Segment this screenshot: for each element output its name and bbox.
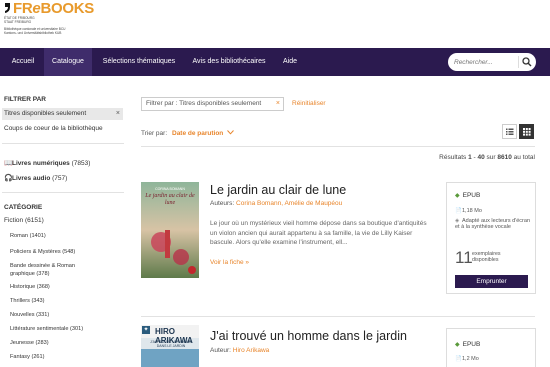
search-box <box>448 53 536 71</box>
headphones-icon: 🎧 <box>4 175 13 182</box>
category-item[interactable]: Fantasy (261) <box>10 354 45 360</box>
file-icon: 📄 <box>455 356 462 362</box>
main-divider <box>141 146 535 147</box>
category-item[interactable]: Littérature sentimentale (301) <box>10 326 83 332</box>
category-item[interactable]: Policiers & Mystères (548) <box>10 249 75 255</box>
category-item[interactable]: Thrillers (343) <box>10 298 45 304</box>
favorites-link[interactable]: Coups de coeur de la bibliothèque <box>4 125 103 132</box>
cover-title: J'AI TROUVÉ UN HOMME DANS LE JARDIN <box>150 340 192 348</box>
results-count: Résultats 1 - 40 sur 8610 au total <box>439 154 535 161</box>
sidebar-divider <box>2 143 124 144</box>
author-link[interactable]: Corina Bomann, Amélie de Maupéou <box>236 200 342 207</box>
availability-box: ◆ EPUB 📄1,2 Mo <box>446 328 536 367</box>
copies-count: 11 <box>455 248 473 267</box>
book-title[interactable]: J'ai trouvé un homme dans le jardin <box>210 329 407 343</box>
search-divider <box>518 56 519 68</box>
filter-chip-close-icon[interactable]: × <box>276 98 280 110</box>
category-item[interactable]: Historique (368) <box>10 284 50 290</box>
borrow-button[interactable]: Emprunter <box>455 275 528 288</box>
chevron-down-icon <box>227 130 234 135</box>
grid-view-icon <box>523 128 531 136</box>
sort-label: Trier par: <box>141 130 168 137</box>
site-header: FReBOOKS ÉTAT DE FRIBOURG STAAT FREIBURG… <box>0 0 550 48</box>
logo-quote-icon <box>5 3 10 13</box>
nav-accueil[interactable]: Accueil <box>4 48 42 76</box>
nav-aide[interactable]: Aide <box>276 48 304 76</box>
file-size: 📄1,2 Mo <box>455 356 479 362</box>
book-icon: 📖 <box>4 160 13 167</box>
cover-badge-icon: ✦ <box>142 326 150 334</box>
main-divider <box>141 316 535 317</box>
book-authors: Auteur: Hiro Arikawa <box>210 347 270 354</box>
format-label: ◆ EPUB <box>455 192 481 199</box>
book-authors: Auteurs: Corina Bomann, Amélie de Maupéo… <box>210 200 343 207</box>
nav-selections[interactable]: Sélections thématiques <box>96 48 182 76</box>
nav-catalogue[interactable]: Catalogue <box>44 48 92 76</box>
list-view-icon <box>506 128 514 135</box>
reset-link[interactable]: Réinitialiser <box>292 100 326 107</box>
diamond-icon: ◆ <box>455 193 460 199</box>
category-item[interactable]: Bande dessinée & Roman <box>10 263 75 269</box>
category-root[interactable]: Fiction (6151) <box>4 217 44 224</box>
file-icon: 📄 <box>455 208 462 214</box>
list-view-button[interactable] <box>502 124 517 139</box>
copies-label: exemplaires disponibles <box>472 251 501 264</box>
author-link[interactable]: Hiro Arikawa <box>233 347 269 354</box>
book-cover[interactable]: ✦ HIRO ARIKAWA J'AI TROUVÉ UN HOMME DANS… <box>141 325 199 367</box>
book-cover[interactable]: CORINA BOMANN Le jardin au clair de lune <box>141 182 199 278</box>
remove-filter-icon[interactable]: × <box>116 108 120 120</box>
book-more-link[interactable]: Voir la fiche » <box>210 259 249 266</box>
filter-chip-label: Filtrer par : Titres disponibles seuleme… <box>146 100 262 107</box>
category-item[interactable]: Jeunesse (283) <box>10 340 49 346</box>
sidebar-divider <box>2 192 124 193</box>
search-input[interactable] <box>454 53 514 71</box>
logo-subtitle-4: Kantons- und Universitätsbibliothek KUB <box>4 31 62 35</box>
format-ebooks[interactable]: 📖Livres numériques (7853) <box>4 159 90 167</box>
search-icon[interactable] <box>522 57 532 67</box>
nav-avis[interactable]: Avis des bibliothécaires <box>186 48 272 76</box>
logo[interactable]: FReBOOKS <box>13 0 94 17</box>
filter-chip[interactable]: Filtrer par : Titres disponibles seuleme… <box>141 97 284 111</box>
format-label: ◆ EPUB <box>455 341 481 348</box>
sort-dropdown[interactable]: Date de parution <box>172 130 234 137</box>
active-filter-label: Titres disponibles seulement <box>4 110 87 117</box>
category-item[interactable]: Nouvelles (331) <box>10 312 49 318</box>
cover-author: CORINA BOMANN <box>155 187 185 191</box>
category-item-cont[interactable]: graphique (378) <box>10 271 50 277</box>
book-title[interactable]: Le jardin au clair de lune <box>210 183 346 197</box>
logo-subtitle-2: STAAT FREIBURG <box>4 20 32 24</box>
filter-heading: FILTRER PAR <box>4 96 47 103</box>
category-heading: CATÉGORIE <box>4 204 43 211</box>
accessibility-note: ◈ Adapté aux lecteurs d'écran et à la syn… <box>455 218 531 231</box>
grid-view-button[interactable] <box>519 124 534 139</box>
active-filter[interactable]: Titres disponibles seulement × <box>2 108 123 120</box>
file-size: 📄1,18 Mo <box>455 208 482 214</box>
diamond-icon: ◆ <box>455 342 460 348</box>
format-audio[interactable]: 🎧Livres audio (757) <box>4 174 67 182</box>
category-item[interactable]: Roman (1401) <box>10 233 46 239</box>
cover-title: Le jardin au clair de lune <box>145 193 195 206</box>
availability-box: ◆ EPUB 📄1,18 Mo ◈ Adapté aux lecteurs d'éc… <box>446 182 536 294</box>
book-summary: Le jour où un mystérieux vieil homme dép… <box>210 220 427 246</box>
